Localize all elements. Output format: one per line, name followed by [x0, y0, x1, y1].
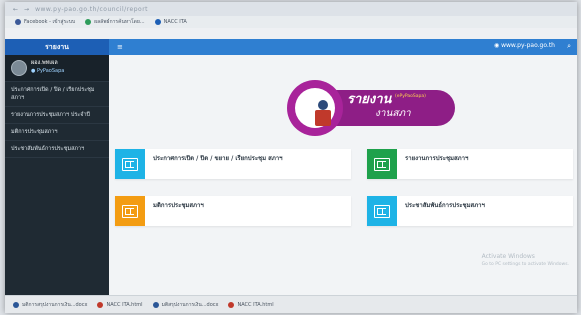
bookmark-item[interactable]: ผลลัพธ์การค้นหาโดย... — [85, 18, 145, 26]
card-public-relations[interactable]: ประชาสัมพันธ์การประชุมสภาฯ — [367, 196, 573, 226]
card-meeting-report[interactable]: รายงานการประชุมสภาฯ — [367, 149, 573, 179]
sidebar-item-public-relations[interactable]: ประชาสัมพันธ์การประชุมสภาฯ — [5, 141, 109, 158]
card-resolution[interactable]: มติการประชุมสภาฯ — [115, 196, 351, 226]
user-panel: ผอง.พทเผล ● PyPaoSapa — [5, 55, 109, 82]
bookmark-item[interactable]: Facebook - เข้าสู่ระบบ — [15, 18, 75, 26]
word-file-icon — [13, 301, 19, 308]
download-item[interactable]: NACC ITA.html — [228, 301, 274, 308]
card-announcement[interactable]: ประกาศการเปิด / ปิด / ขยาย / เรียกประชุม… — [115, 149, 351, 179]
back-icon[interactable]: ← — [13, 6, 18, 13]
bookmark-icon — [85, 19, 92, 25]
document-icon — [115, 149, 145, 179]
brand-title[interactable]: รายงาน — [5, 39, 109, 55]
user-status: ● PyPaoSapa — [31, 68, 65, 74]
document-icon — [367, 149, 397, 179]
bookmark-item[interactable]: NACC ITA — [154, 19, 187, 25]
banner-subtitle: งานสภา — [375, 108, 411, 119]
site-link[interactable]: ◉ www.py-pao.go.th — [494, 42, 555, 49]
download-item[interactable]: NACC ITA.html — [97, 301, 143, 308]
banner-emblem — [287, 80, 343, 136]
main-content: รายงาน (ePyPaoSapa) งานสภา ประกาศการเปิด… — [109, 55, 577, 295]
card-label: ประชาสัมพันธ์การประชุมสภาฯ — [405, 202, 485, 209]
report-banner: รายงาน (ePyPaoSapa) งานสภา — [287, 80, 457, 136]
html-file-icon — [228, 301, 235, 308]
document-icon — [367, 196, 397, 226]
sidebar-item-resolution[interactable]: มติการประชุมสภาฯ — [5, 124, 109, 141]
sidebar-item-announcement[interactable]: ประกาศการเปิด / ปิด / เรียกประชุม สภาฯ — [5, 82, 109, 107]
user-name: ผอง.พทเผล — [31, 60, 58, 66]
top-header: รายงาน ≡ ◉ www.py-pao.go.th ⌕ — [5, 39, 577, 55]
document-icon — [115, 196, 145, 226]
card-label: มติการประชุมสภาฯ — [153, 202, 204, 209]
card-label: รายงานการประชุมสภาฯ — [405, 155, 469, 162]
card-label: ประกาศการเปิด / ปิด / ขยาย / เรียกประชุม… — [153, 155, 283, 162]
download-bar: มติการสรุปงานการเงิน...docx NACC ITA.htm… — [5, 295, 577, 313]
browser-address-bar[interactable]: ← → www.py-pao.go.th/council/report — [5, 2, 577, 16]
url-text[interactable]: www.py-pao.go.th/council/report — [35, 6, 148, 13]
sidebar-item-meeting-report[interactable]: รายงานการประชุมสภาฯ ประจำปี — [5, 107, 109, 124]
menu-toggle-icon[interactable]: ≡ — [117, 43, 123, 51]
browser-window: ← → www.py-pao.go.th/council/report Face… — [5, 2, 577, 313]
html-file-icon — [97, 301, 104, 308]
download-item[interactable]: มติสรุปงานการเงิน...docx — [152, 301, 218, 309]
forward-icon[interactable]: → — [24, 6, 29, 13]
podium-icon — [315, 110, 331, 126]
banner-tag: (ePyPaoSapa) — [395, 94, 426, 99]
word-file-icon — [152, 301, 159, 308]
download-item[interactable]: มติการสรุปงานการเงิน...docx — [13, 301, 87, 309]
speaker-icon — [318, 100, 328, 110]
bookmarks-bar: Facebook - เข้าสู่ระบบ ผลลัพธ์การค้นหาโด… — [5, 16, 577, 28]
activation-watermark: Activate Windows Go to PC settings to ac… — [481, 253, 569, 267]
avatar — [11, 60, 27, 76]
bookmark-icon — [154, 19, 161, 25]
search-icon[interactable]: ⌕ — [567, 42, 571, 51]
facebook-icon — [15, 19, 21, 25]
sidebar: ผอง.พทเผล ● PyPaoSapa ประกาศการเปิด / ปิ… — [5, 55, 109, 295]
